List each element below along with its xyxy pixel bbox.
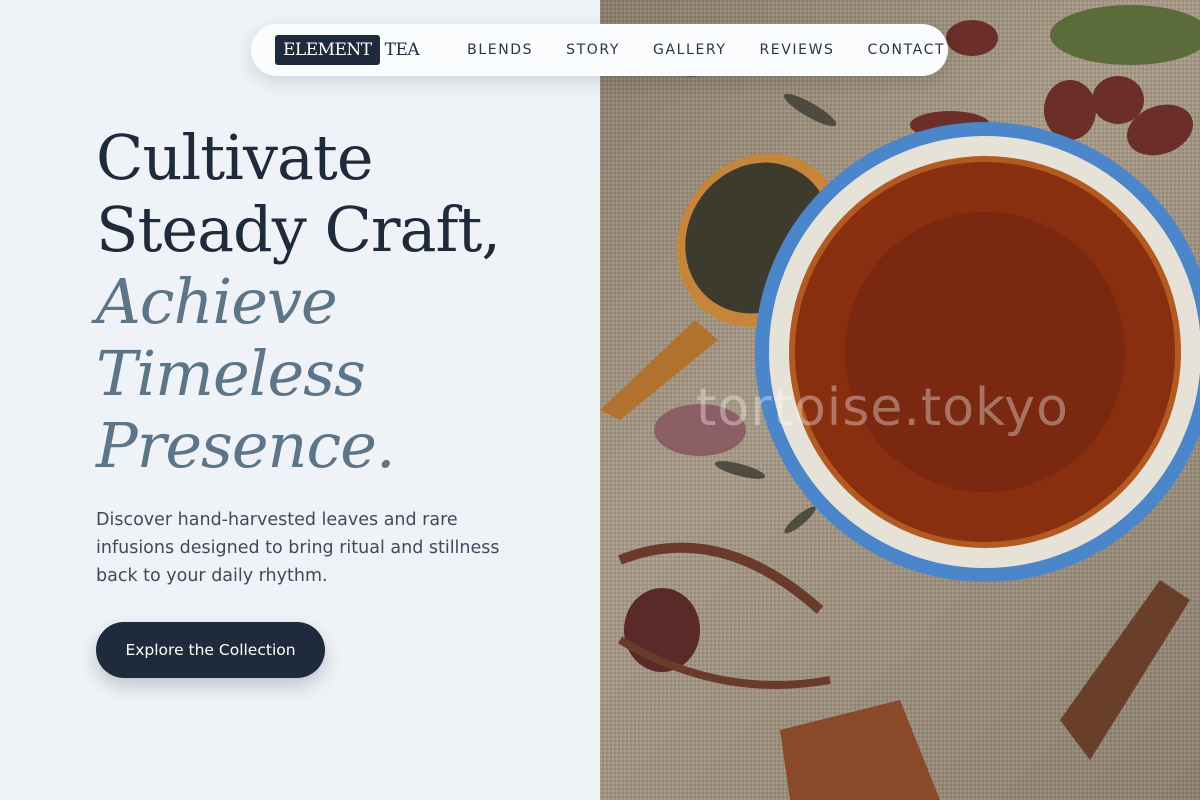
headline-line-1: Cultivate: [96, 121, 374, 194]
headline-accent-3: Presence.: [96, 409, 396, 482]
headline-accent-2: Timeless: [96, 337, 366, 410]
top-navigation: ELEMENT TEA BLENDS STORY GALLERY REVIEWS…: [251, 24, 948, 76]
logo-primary: ELEMENT: [275, 35, 380, 65]
nav-links: BLENDS STORY GALLERY REVIEWS CONTACT: [467, 42, 945, 58]
nav-link-story[interactable]: STORY: [566, 42, 620, 58]
logo-secondary: TEA: [384, 40, 420, 60]
tea-illustration: [600, 5, 1200, 800]
explore-collection-button[interactable]: Explore the Collection: [96, 622, 325, 678]
hero-photo-tea: [600, 0, 1200, 800]
headline-accent-1: Achieve: [96, 265, 338, 338]
hero-headline: Cultivate Steady Craft, Achieve Timeless…: [96, 121, 501, 482]
nav-link-gallery[interactable]: GALLERY: [653, 42, 726, 58]
nav-link-reviews[interactable]: REVIEWS: [759, 42, 834, 58]
headline-line-2: Steady Craft,: [96, 193, 501, 266]
nav-link-contact[interactable]: CONTACT: [868, 42, 946, 58]
hero-description: Discover hand-harvested leaves and rare …: [96, 510, 500, 586]
nav-link-blends[interactable]: BLENDS: [467, 42, 533, 58]
brand-logo[interactable]: ELEMENT TEA: [275, 35, 420, 65]
